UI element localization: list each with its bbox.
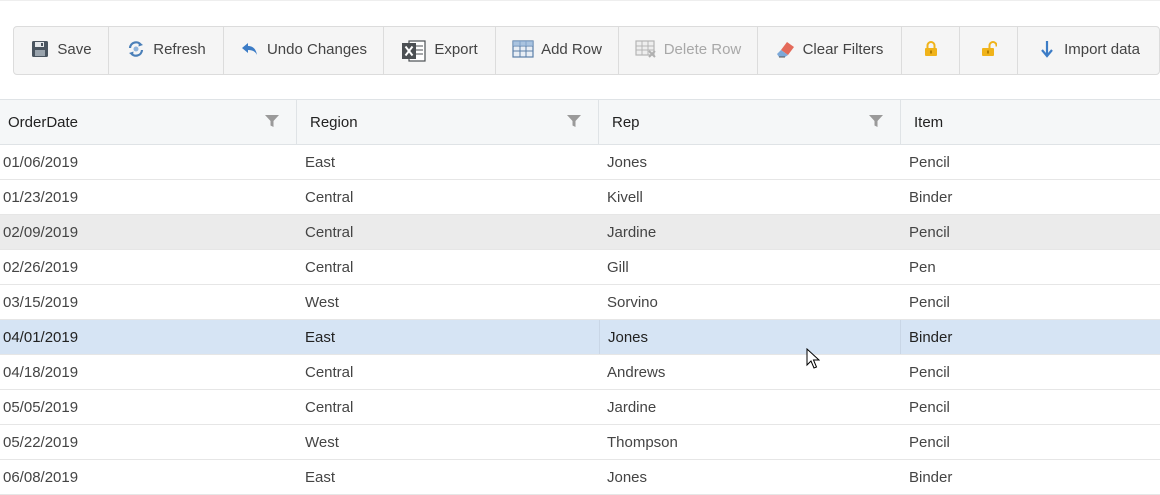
cell-orderdate[interactable]: 05/22/2019 bbox=[0, 425, 297, 459]
undo-changes-button[interactable]: Undo Changes bbox=[224, 27, 384, 74]
cell-rep[interactable]: Gill bbox=[599, 250, 901, 284]
table-row[interactable]: 06/08/2019 East Jones Binder bbox=[0, 460, 1160, 495]
clear-filters-button[interactable]: Clear Filters bbox=[758, 27, 902, 74]
column-header-label: Rep bbox=[612, 113, 640, 131]
lock-button[interactable] bbox=[902, 27, 960, 74]
cell-rep-active[interactable]: Jones bbox=[599, 320, 901, 354]
cell-orderdate[interactable]: 04/01/2019 bbox=[0, 320, 297, 354]
save-label: Save bbox=[57, 40, 92, 58]
cell-item[interactable]: Pencil bbox=[901, 215, 1160, 249]
cell-item[interactable]: Pencil bbox=[901, 355, 1160, 389]
cell-item[interactable]: Pencil bbox=[901, 285, 1160, 319]
cell-orderdate[interactable]: 03/15/2019 bbox=[0, 285, 297, 319]
export-button[interactable]: Export bbox=[384, 27, 496, 74]
refresh-button[interactable]: Refresh bbox=[109, 27, 224, 74]
table-row-hovered[interactable]: 02/09/2019 Central Jardine Pencil bbox=[0, 215, 1160, 250]
clear-filters-label: Clear Filters bbox=[802, 40, 884, 58]
cell-rep[interactable]: Andrews bbox=[599, 355, 901, 389]
cell-rep[interactable]: Sorvino bbox=[599, 285, 901, 319]
delete-row-button[interactable]: Delete Row bbox=[619, 27, 758, 74]
cell-item[interactable]: Binder bbox=[901, 180, 1160, 214]
lock-icon bbox=[921, 39, 941, 59]
excel-icon bbox=[401, 38, 427, 64]
filter-icon[interactable] bbox=[566, 113, 582, 129]
cell-region[interactable]: Central bbox=[297, 250, 599, 284]
column-header-label: Item bbox=[914, 113, 944, 131]
cell-item[interactable]: Pencil bbox=[901, 390, 1160, 424]
table-row[interactable]: 05/22/2019 West Thompson Pencil bbox=[0, 425, 1160, 460]
table-row[interactable]: 03/15/2019 West Sorvino Pencil bbox=[0, 285, 1160, 320]
column-header-region[interactable]: Region bbox=[297, 100, 599, 144]
table-add-row-icon bbox=[512, 39, 534, 59]
filter-icon[interactable] bbox=[264, 113, 280, 129]
table-row[interactable]: 01/23/2019 Central Kivell Binder bbox=[0, 180, 1160, 215]
save-button[interactable]: Save bbox=[14, 27, 109, 74]
cell-orderdate[interactable]: 06/08/2019 bbox=[0, 460, 297, 494]
cell-rep[interactable]: Kivell bbox=[599, 180, 901, 214]
floppy-disk-icon bbox=[30, 39, 50, 59]
cell-rep[interactable]: Thompson bbox=[599, 425, 901, 459]
grid-header: OrderDate Region Rep Item bbox=[0, 99, 1160, 145]
down-arrow-icon bbox=[1037, 39, 1057, 59]
cell-region[interactable]: East bbox=[297, 460, 599, 494]
add-row-label: Add Row bbox=[541, 40, 602, 58]
cell-region[interactable]: Central bbox=[297, 355, 599, 389]
top-divider bbox=[0, 0, 1160, 1]
table-row-selected[interactable]: 04/01/2019 East Jones Binder bbox=[0, 320, 1160, 355]
cell-region[interactable]: Central bbox=[297, 215, 599, 249]
eraser-icon bbox=[776, 39, 796, 59]
cell-item[interactable]: Binder bbox=[901, 460, 1160, 494]
column-header-label: Region bbox=[310, 113, 358, 131]
cell-rep[interactable]: Jones bbox=[599, 460, 901, 494]
column-header-item[interactable]: Item bbox=[901, 100, 1160, 144]
cell-orderdate[interactable]: 02/09/2019 bbox=[0, 215, 297, 249]
undo-arrow-icon bbox=[240, 39, 260, 59]
refresh-icon bbox=[126, 39, 146, 59]
import-data-button[interactable]: Import data bbox=[1018, 27, 1159, 74]
table-delete-row-icon bbox=[635, 39, 657, 59]
grid-toolbar: Save Refresh Undo Changes Export Add Row… bbox=[13, 26, 1160, 75]
filter-icon[interactable] bbox=[868, 113, 884, 129]
cell-region[interactable]: East bbox=[297, 145, 599, 179]
table-row[interactable]: 01/06/2019 East Jones Pencil bbox=[0, 145, 1160, 180]
cell-item[interactable]: Pencil bbox=[901, 425, 1160, 459]
cell-region[interactable]: West bbox=[297, 425, 599, 459]
cell-region[interactable]: Central bbox=[297, 390, 599, 424]
cell-rep[interactable]: Jardine bbox=[599, 390, 901, 424]
table-row[interactable]: 05/05/2019 Central Jardine Pencil bbox=[0, 390, 1160, 425]
cell-orderdate[interactable]: 05/05/2019 bbox=[0, 390, 297, 424]
cell-orderdate[interactable]: 01/23/2019 bbox=[0, 180, 297, 214]
table-row[interactable]: 04/18/2019 Central Andrews Pencil bbox=[0, 355, 1160, 390]
cell-rep[interactable]: Jardine bbox=[599, 215, 901, 249]
import-data-label: Import data bbox=[1064, 40, 1140, 58]
cell-region[interactable]: East bbox=[297, 320, 599, 354]
data-grid: OrderDate Region Rep Item 01/06/2019 Eas… bbox=[0, 99, 1160, 495]
cell-orderdate[interactable]: 02/26/2019 bbox=[0, 250, 297, 284]
export-label: Export bbox=[434, 40, 478, 58]
cell-item[interactable]: Pencil bbox=[901, 145, 1160, 179]
column-header-label: OrderDate bbox=[8, 113, 79, 131]
add-row-button[interactable]: Add Row bbox=[496, 27, 619, 74]
undo-changes-label: Undo Changes bbox=[266, 40, 368, 58]
cell-item[interactable]: Pen bbox=[901, 250, 1160, 284]
cell-item[interactable]: Binder bbox=[901, 320, 1160, 354]
unlock-icon bbox=[979, 39, 999, 59]
table-row[interactable]: 02/26/2019 Central Gill Pen bbox=[0, 250, 1160, 285]
column-header-orderdate[interactable]: OrderDate bbox=[0, 100, 297, 144]
cell-region[interactable]: West bbox=[297, 285, 599, 319]
cell-orderdate[interactable]: 01/06/2019 bbox=[0, 145, 297, 179]
refresh-label: Refresh bbox=[153, 40, 206, 58]
cell-rep[interactable]: Jones bbox=[599, 145, 901, 179]
delete-row-label: Delete Row bbox=[663, 40, 742, 58]
column-header-rep[interactable]: Rep bbox=[599, 100, 901, 144]
cell-region[interactable]: Central bbox=[297, 180, 599, 214]
mouse-pointer-icon bbox=[806, 348, 820, 369]
cell-orderdate[interactable]: 04/18/2019 bbox=[0, 355, 297, 389]
unlock-button[interactable] bbox=[960, 27, 1018, 74]
